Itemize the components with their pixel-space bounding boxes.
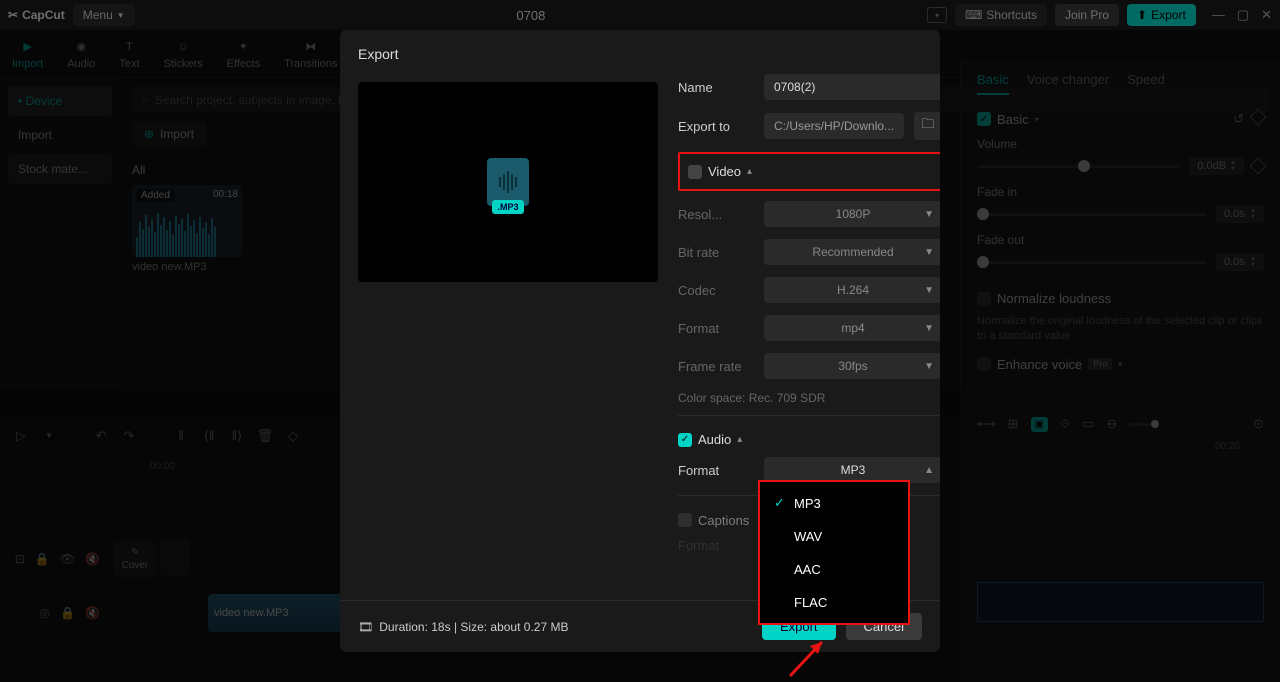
name-label: Name [678,80,754,95]
video-section-label: Video [708,164,741,179]
audio-checkbox[interactable]: ✓ [678,433,692,447]
chevron-down-icon: ▼ [924,285,934,296]
annotation-arrow [780,636,840,682]
video-checkbox[interactable] [688,165,702,179]
audio-format-dropdown: ✓MP3 WAV AAC FLAC [758,480,910,625]
exportto-label: Export to [678,119,754,134]
video-section-highlighted[interactable]: Video ▴ [678,152,940,191]
bitrate-select[interactable]: Recommended▼ [764,239,940,265]
framerate-select[interactable]: 30fps▼ [764,353,940,379]
resolution-select[interactable]: 1080P▼ [764,201,940,227]
chevron-down-icon: ▼ [924,209,934,220]
aformat-label: Format [678,463,754,478]
check-icon: ✓ [774,495,786,511]
chevron-up-icon: ▴ [737,434,742,445]
chevron-down-icon: ▼ [924,323,934,334]
option-aac[interactable]: AAC [760,553,908,586]
captions-checkbox[interactable] [678,513,692,527]
codec-label: Codec [678,283,754,298]
option-flac[interactable]: FLAC [760,586,908,619]
folder-button[interactable]: 🗀 [914,112,940,140]
audio-section-label: Audio [698,432,731,447]
film-icon: 🎞 [358,620,373,634]
chevron-up-icon: ▲ [924,465,934,476]
modal-title: Export [340,46,940,74]
bitrate-label: Bit rate [678,245,754,260]
audio-section[interactable]: ✓ Audio ▴ [678,432,940,447]
codec-select[interactable]: H.264▼ [764,277,940,303]
chevron-down-icon: ▼ [924,361,934,372]
export-footer-info: 🎞Duration: 18s | Size: about 0.27 MB [358,620,568,634]
export-preview: .MP3 [358,82,658,282]
mp3-icon: .MP3 [487,158,529,206]
option-wav[interactable]: WAV [760,520,908,553]
captions-section-label: Captions [698,513,749,528]
name-input[interactable]: 0708(2) [764,74,940,100]
colorspace-label: Color space: Rec. 709 SDR [678,391,940,405]
vformat-select[interactable]: mp4▼ [764,315,940,341]
chevron-down-icon: ▼ [924,247,934,258]
exportto-input: C:/Users/HP/Downlo... [764,113,904,139]
option-mp3[interactable]: ✓MP3 [760,486,908,520]
folder-icon: 🗀 [922,115,935,137]
resolution-label: Resol... [678,207,754,222]
framerate-label: Frame rate [678,359,754,374]
cformat-label: Format [678,538,754,553]
vformat-label: Format [678,321,754,336]
chevron-up-icon: ▴ [747,166,752,177]
